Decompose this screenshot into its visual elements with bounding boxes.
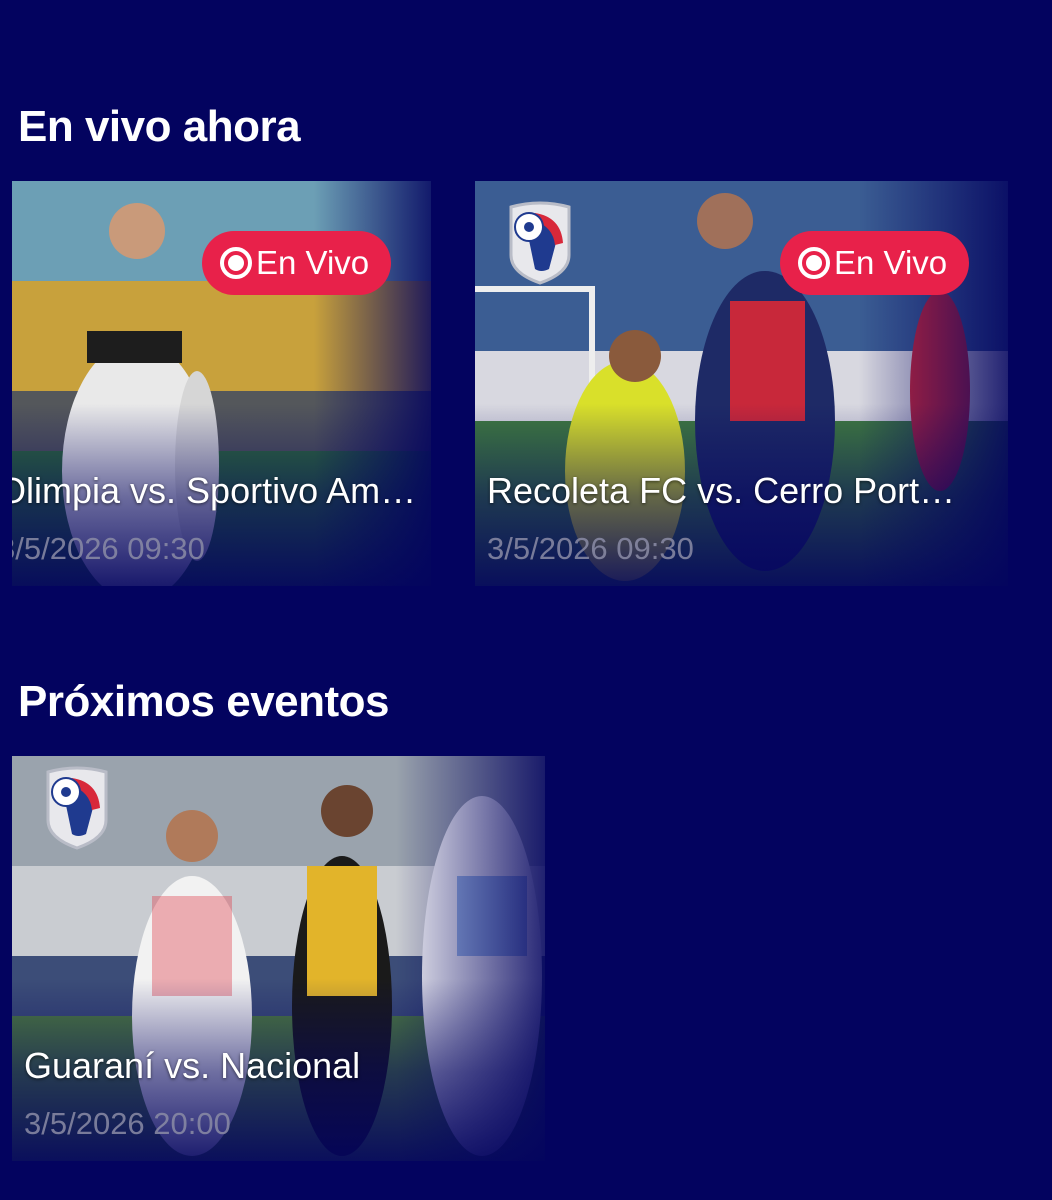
match-date: 3/5/2026 09:30: [12, 530, 205, 566]
live-badge-label: En Vivo: [834, 244, 948, 281]
copa-de-primera-logo: [46, 766, 108, 850]
event-card-upcoming-1[interactable]: Guaraní vs. Nacional 3/5/2026 20:00: [12, 756, 545, 1161]
event-card-live-2[interactable]: En Vivo Recoleta FC vs. Cerro Port… 3/5/…: [475, 181, 1008, 586]
live-badge-label: En Vivo: [256, 244, 370, 281]
upcoming-events-heading: Próximos eventos: [18, 677, 390, 726]
match-title: Recoleta FC vs. Cerro Port…: [487, 469, 956, 511]
live-badge: En Vivo: [202, 231, 392, 295]
event-card-live-1[interactable]: En Vivo Olimpia vs. Sportivo Ameli… 3/5/…: [12, 181, 431, 586]
copa-de-primera-logo: [509, 201, 571, 285]
live-now-heading: En vivo ahora: [18, 102, 301, 151]
live-record-icon: [798, 247, 830, 279]
match-date: 3/5/2026 09:30: [487, 530, 694, 566]
live-record-icon: [220, 247, 252, 279]
match-date: 3/5/2026 20:00: [24, 1105, 231, 1141]
events-page: En vivo ahora En Vivo Olimpia vs. Sporti…: [0, 0, 1052, 1200]
match-title: Olimpia vs. Sportivo Ameli…: [12, 469, 423, 511]
live-badge: En Vivo: [780, 231, 970, 295]
match-title: Guaraní vs. Nacional: [24, 1044, 361, 1086]
